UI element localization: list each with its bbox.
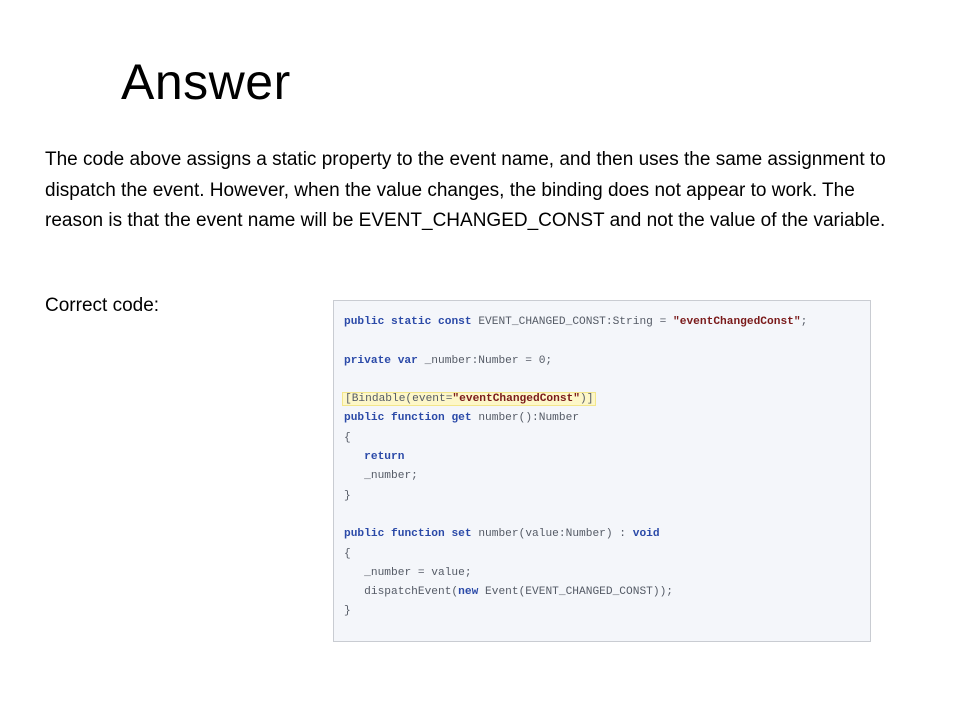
code-line-5: [Bindable(event="eventChangedConst")]: [342, 390, 807, 409]
code-line-1: public static const EVENT_CHANGED_CONST:…: [344, 316, 808, 328]
code-line-14: _number = value;: [364, 566, 472, 579]
code-line-6: public function get number():Number: [344, 412, 580, 425]
code-line-12: public function set number(value:Number)…: [344, 528, 660, 541]
slide-title: Answer: [121, 54, 291, 110]
code-line-10: }: [344, 489, 351, 502]
correct-code-label: Correct code:: [45, 295, 160, 316]
code-block: public static const EVENT_CHANGED_CONST:…: [342, 313, 808, 622]
code-line-16: }: [344, 605, 351, 618]
highlighted-bindable-metadata: [Bindable(event="eventChangedConst")]: [342, 392, 597, 407]
explanation-text: The code above assigns a static property…: [45, 145, 905, 237]
code-line-9: _number;: [364, 470, 418, 483]
code-line-7: {: [344, 431, 351, 444]
code-line-15: dispatchEvent(new Event(EVENT_CHANGED_CO…: [364, 586, 674, 599]
explanation-paragraph: The code above assigns a static property…: [45, 149, 886, 231]
code-line-13: {: [344, 547, 351, 560]
code-line-8: return: [364, 451, 405, 464]
code-snippet-image: public static const EVENT_CHANGED_CONST:…: [333, 300, 871, 642]
slide: Answer The code above assigns a static p…: [0, 0, 960, 720]
code-line-3: private var _number:Number = 0;: [344, 354, 553, 367]
